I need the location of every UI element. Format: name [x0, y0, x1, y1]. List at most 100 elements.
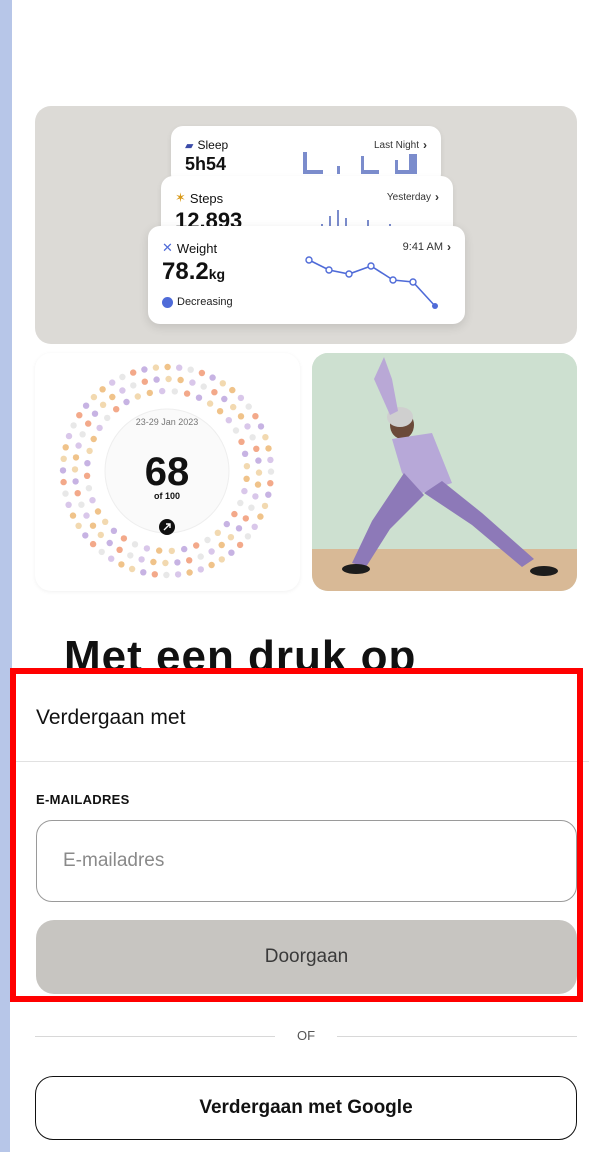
- score-dot: [253, 445, 260, 452]
- score-dot: [183, 390, 191, 397]
- email-input[interactable]: [36, 820, 577, 902]
- score-dot: [195, 394, 203, 401]
- score-dot: [197, 553, 204, 560]
- score-dot: [72, 454, 80, 461]
- weight-point: [325, 266, 333, 274]
- score-dot: [62, 444, 69, 451]
- weight-point: [389, 276, 397, 284]
- score-dot: [265, 491, 272, 498]
- score-dot: [193, 542, 200, 549]
- score-dot: [60, 455, 67, 462]
- weight-value: 78.2kg: [162, 258, 226, 285]
- score-dot: [252, 413, 259, 420]
- score-dot: [84, 460, 91, 467]
- score-dot: [257, 423, 265, 430]
- score-dot: [254, 481, 262, 488]
- score-dot: [227, 534, 235, 541]
- score-dot: [134, 393, 141, 400]
- score-dot: [152, 364, 160, 371]
- continue-button[interactable]: Doorgaan: [36, 920, 577, 994]
- score-dot: [130, 382, 137, 389]
- score-dot: [262, 434, 269, 441]
- score-dot: [151, 571, 158, 578]
- email-label: E-MAILADRES: [36, 792, 130, 807]
- sleep-bar: [337, 166, 340, 174]
- score-dot: [108, 555, 115, 562]
- score-dot: [162, 559, 169, 567]
- sleep-value: 5h54: [185, 154, 227, 174]
- score-dot: [140, 569, 147, 576]
- score-dot: [174, 571, 182, 578]
- score-dot: [176, 364, 183, 371]
- health-score-card: 23-29 Jan 2023 68 of 100: [35, 353, 300, 591]
- weight-point: [432, 303, 438, 309]
- score-dot: [168, 547, 175, 555]
- score-dot: [236, 541, 244, 549]
- score-dot: [83, 472, 91, 479]
- weight-point: [367, 262, 375, 270]
- score-dot: [164, 363, 171, 371]
- score-dot: [218, 541, 225, 549]
- score-dot: [97, 531, 104, 539]
- score-dot: [200, 383, 207, 390]
- weight-label: Weight: [176, 240, 218, 256]
- score-dot: [249, 434, 256, 441]
- score-dot: [91, 410, 99, 417]
- score-dot: [267, 480, 274, 487]
- score-dot: [225, 417, 232, 424]
- score-dot: [104, 414, 111, 422]
- score-dot: [163, 571, 170, 579]
- score-dot: [198, 369, 206, 377]
- score-dot: [243, 463, 251, 470]
- sleep-bar: [303, 152, 307, 174]
- score-dot: [231, 510, 238, 518]
- score-dot: [90, 435, 97, 443]
- score-dot: [99, 401, 107, 408]
- score-dot: [242, 515, 249, 522]
- score-dot: [257, 513, 264, 520]
- score-dot: [221, 395, 228, 403]
- score-dot: [206, 400, 214, 407]
- person-icon: ✕: [162, 240, 173, 255]
- score-dot: [70, 422, 77, 429]
- weight-point: [345, 270, 353, 278]
- score-dot: [255, 457, 262, 464]
- score-of-label: of 100: [154, 491, 180, 501]
- score-dot: [174, 559, 181, 566]
- steps-label: Steps: [189, 190, 224, 206]
- score-dot: [141, 366, 148, 373]
- trend-down-icon: [162, 296, 173, 308]
- score-dot: [211, 389, 218, 396]
- score-dot: [235, 525, 243, 532]
- score-dot: [143, 545, 151, 552]
- weight-card: ✕ Weight 78.2kg 9:41 AM › Decreasing: [148, 226, 465, 324]
- score-dot: [156, 547, 163, 554]
- score-dot: [86, 447, 93, 455]
- score-dot: [62, 490, 69, 497]
- google-signin-button[interactable]: Verdergaan met Google: [35, 1076, 577, 1140]
- score-dot: [116, 546, 123, 553]
- score-dot: [60, 478, 67, 486]
- sleep-bars-chart: [303, 152, 417, 174]
- score-dot: [261, 502, 269, 510]
- score-dot: [159, 387, 166, 395]
- score-dot: [109, 393, 116, 401]
- score-dot: [229, 386, 236, 394]
- score-dot: [171, 388, 178, 395]
- score-dot: [267, 468, 275, 475]
- yoga-illustration: [312, 353, 577, 591]
- score-dot: [237, 499, 244, 507]
- score-dot: [197, 566, 204, 573]
- divider: [10, 761, 589, 762]
- score-dot: [89, 540, 97, 548]
- score-dot: [218, 556, 225, 563]
- chevron-right-icon: ›: [435, 190, 439, 204]
- score-dot: [106, 539, 113, 547]
- bed-icon: ▰: [185, 139, 194, 152]
- score-dot: [123, 398, 130, 406]
- score-dot: [241, 487, 248, 495]
- score-dot: [208, 548, 215, 555]
- score-dot: [189, 379, 196, 386]
- weight-line-chart: [305, 256, 438, 309]
- score-dot: [130, 369, 137, 376]
